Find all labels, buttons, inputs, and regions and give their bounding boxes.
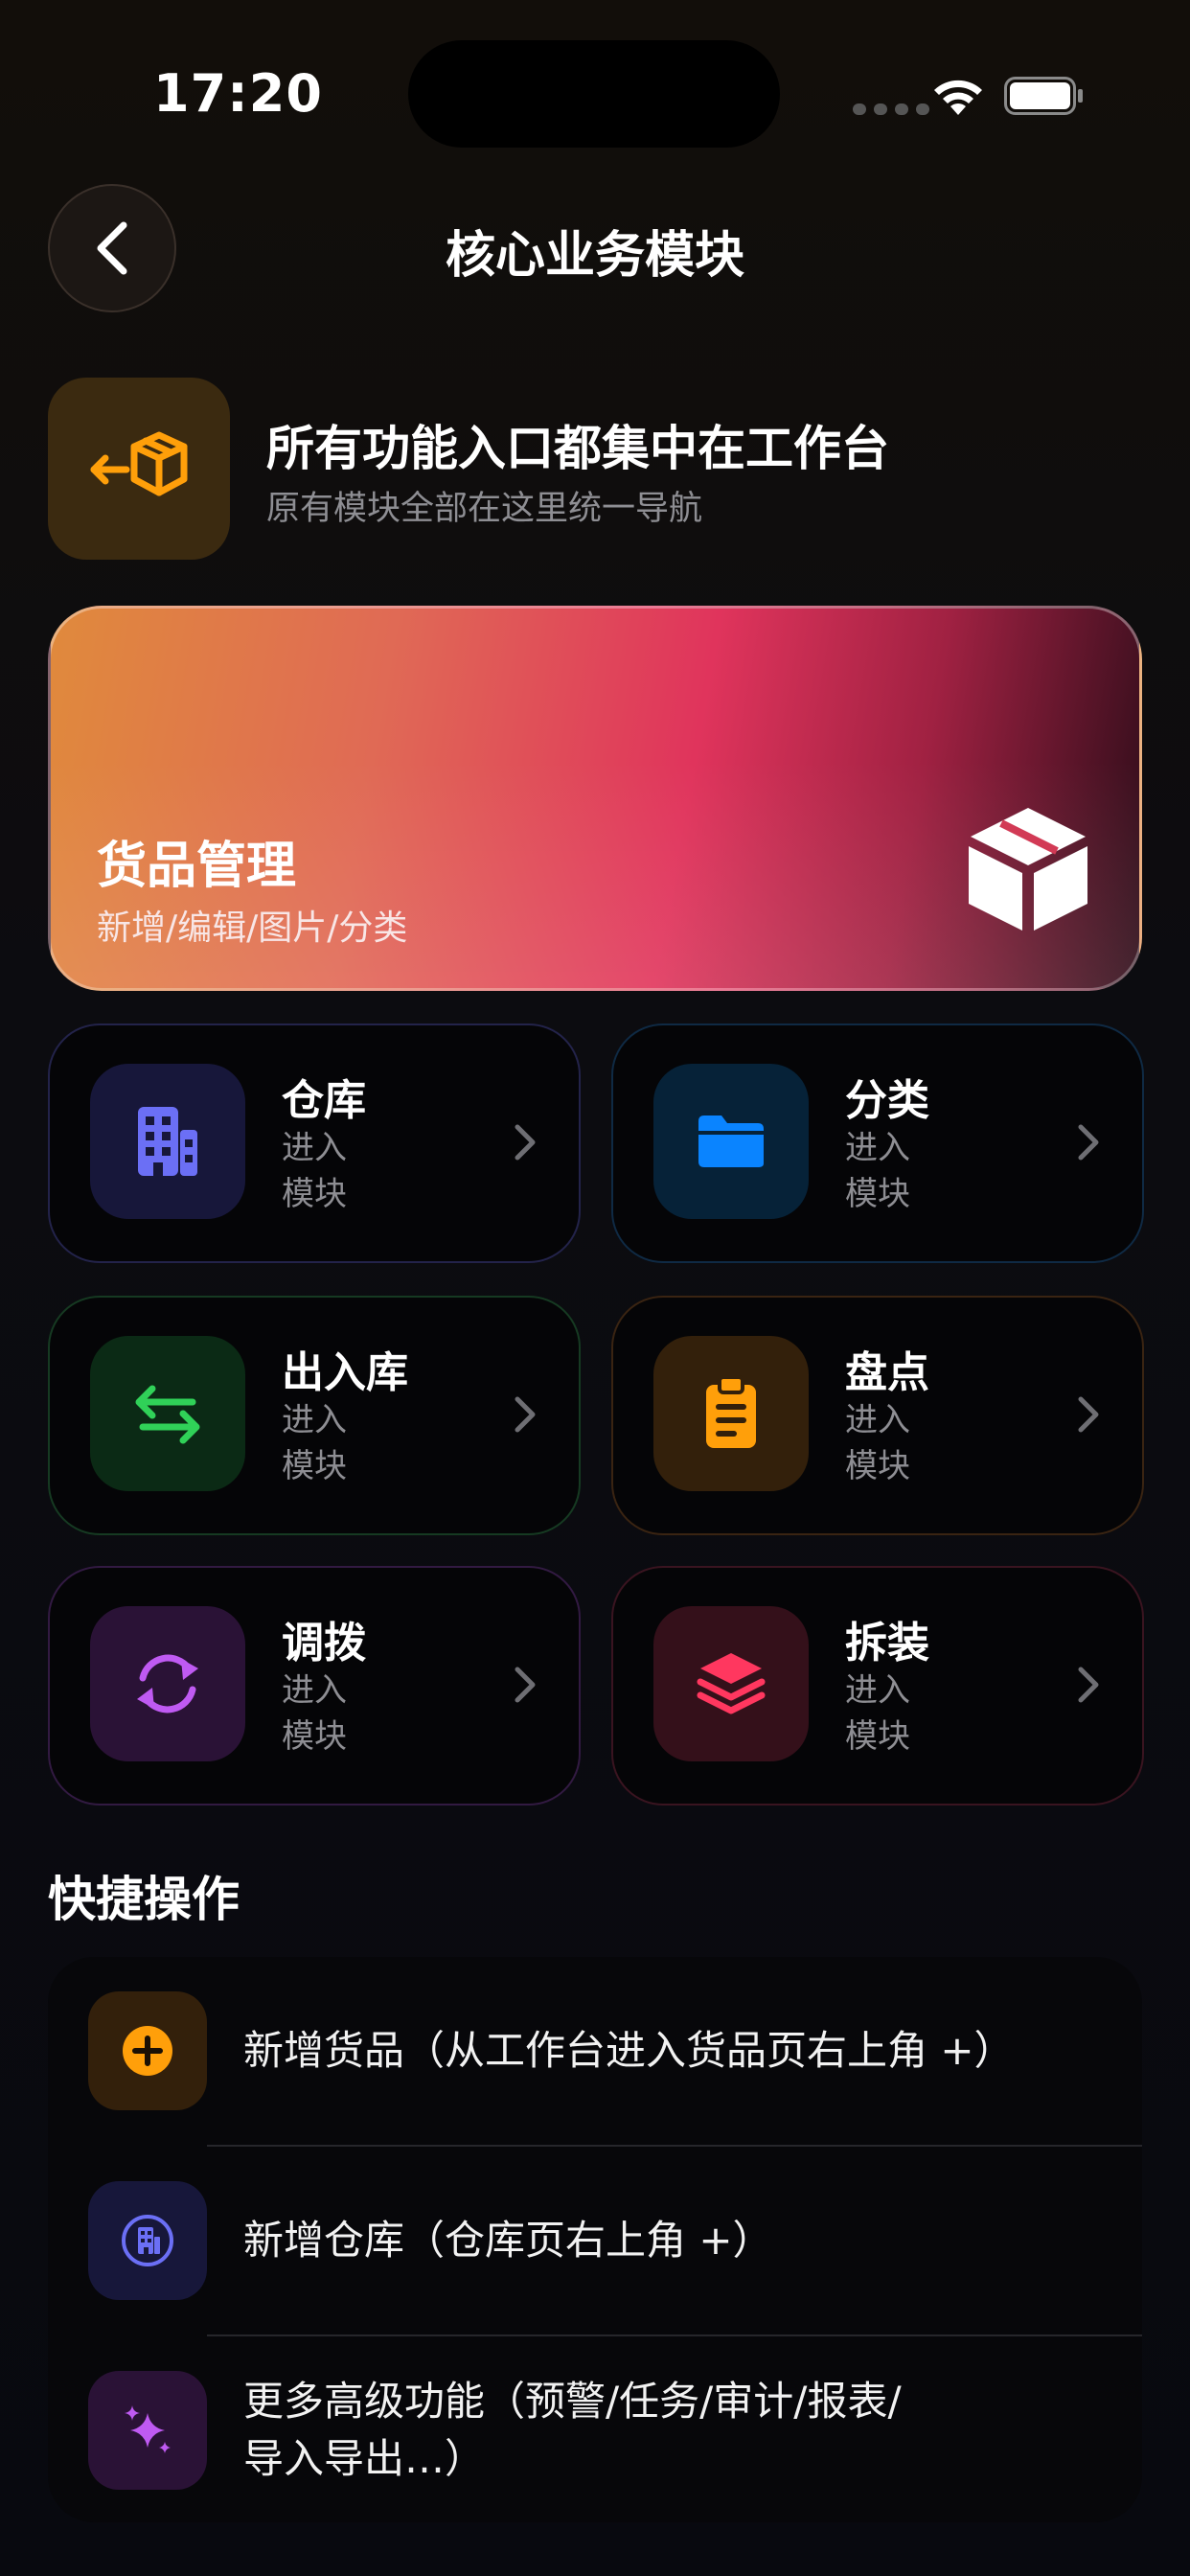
- quick-icon-tile: [88, 1991, 207, 2110]
- module-icon-tile: [653, 1064, 809, 1219]
- hero-icon-tile: [48, 378, 230, 560]
- quick-icon-tile: [88, 2181, 207, 2300]
- quick-actions-list: 新增货品（从工作台进入货品页右上角 +） 新增仓库（仓库页右上角 +） 更多高级…: [48, 1957, 1142, 2522]
- module-name: 拆装: [845, 1619, 929, 1668]
- module-desc: 进入 模块: [282, 1671, 347, 1756]
- module-desc: 进入 模块: [282, 1401, 347, 1485]
- quick-actions-title: 快捷操作: [48, 1872, 240, 1927]
- module-desc: 进入 模块: [845, 1671, 910, 1756]
- building-circle-icon: [122, 2215, 173, 2266]
- hero-subtitle: 原有模块全部在这里统一导航: [266, 490, 703, 528]
- module-icon-tile: [90, 1336, 245, 1491]
- module-name: 分类: [845, 1076, 929, 1125]
- module-card-assembly[interactable]: 拆装 进入 模块: [611, 1566, 1144, 1806]
- chevron-right-icon: [1078, 1396, 1099, 1433]
- goods-management-card[interactable]: 货品管理 新增/编辑/图片/分类: [48, 606, 1142, 991]
- transfer-arrows-icon: [135, 1385, 200, 1444]
- wifi-icon: [934, 80, 982, 115]
- chevron-right-icon: [515, 1396, 536, 1433]
- folder-icon: [698, 1116, 764, 1167]
- module-card-stocktake[interactable]: 盘点 进入 模块: [611, 1296, 1144, 1535]
- sparkles-icon: [125, 2405, 171, 2453]
- signal-dots-icon: [853, 104, 937, 115]
- chevron-right-icon: [515, 1124, 536, 1161]
- package-arrow-icon: [90, 431, 188, 496]
- module-desc: 进入 模块: [845, 1129, 910, 1213]
- module-icon-tile: [653, 1336, 809, 1491]
- module-card-warehouse[interactable]: 仓库 进入 模块: [48, 1024, 581, 1263]
- quick-action-label: 新增货品（从工作台进入货品页右上角 +）: [243, 2027, 1015, 2074]
- hero-title: 所有功能入口都集中在工作台: [266, 421, 889, 476]
- chevron-right-icon: [515, 1667, 536, 1703]
- plus-circle-icon: [123, 2026, 172, 2076]
- goods-card-subtitle: 新增/编辑/图片/分类: [97, 908, 408, 948]
- building-icon: [138, 1107, 197, 1176]
- chevron-right-icon: [1078, 1667, 1099, 1703]
- module-desc: 进入 模块: [845, 1401, 910, 1485]
- module-card-transfer[interactable]: 调拨 进入 模块: [48, 1566, 581, 1806]
- module-icon-tile: [653, 1606, 809, 1761]
- module-icon-tile: [90, 1606, 245, 1761]
- clipboard-icon: [706, 1375, 756, 1448]
- page-title: 核心业务模块: [445, 227, 744, 285]
- goods-card-title: 货品管理: [97, 838, 297, 895]
- layers-icon: [697, 1653, 766, 1714]
- module-name: 仓库: [282, 1076, 366, 1125]
- status-time: 17:20: [153, 63, 323, 124]
- quick-action-label: 更多高级功能（预警/任务/审计/报表/ 导入导出…）: [243, 2378, 902, 2482]
- module-card-inout[interactable]: 出入库 进入 模块: [48, 1296, 581, 1535]
- module-desc: 进入 模块: [282, 1129, 347, 1213]
- module-name: 调拨: [282, 1619, 366, 1668]
- module-card-category[interactable]: 分类 进入 模块: [611, 1024, 1144, 1263]
- quick-action-advanced[interactable]: 更多高级功能（预警/任务/审计/报表/ 导入导出…）: [48, 2336, 1142, 2522]
- quick-icon-tile: [88, 2371, 207, 2490]
- battery-icon: [1004, 77, 1083, 115]
- quick-action-add-warehouse[interactable]: 新增仓库（仓库页右上角 +）: [48, 2147, 1142, 2334]
- dynamic-island: [408, 40, 780, 148]
- cube-icon: [969, 808, 1087, 931]
- chevron-right-icon: [1078, 1124, 1099, 1161]
- module-icon-tile: [90, 1064, 245, 1219]
- module-name: 盘点: [845, 1348, 929, 1397]
- quick-action-label: 新增仓库（仓库页右上角 +）: [243, 2217, 773, 2264]
- quick-action-add-goods[interactable]: 新增货品（从工作台进入货品页右上角 +）: [48, 1957, 1142, 2145]
- sync-icon: [137, 1654, 198, 1714]
- module-name: 出入库: [282, 1348, 408, 1397]
